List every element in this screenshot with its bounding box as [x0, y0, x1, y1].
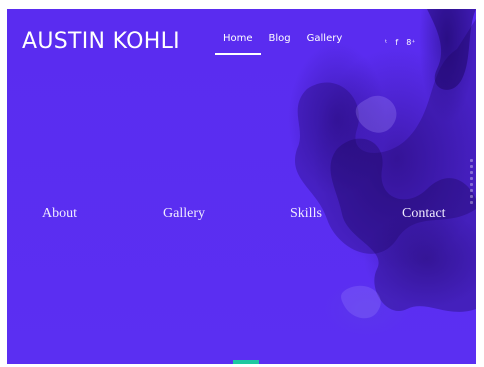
- social-links: ᵗ f 8⁺: [385, 38, 416, 47]
- nav-home[interactable]: Home: [215, 33, 261, 55]
- twitter-icon[interactable]: ᵗ: [385, 38, 387, 47]
- brand-logo[interactable]: AUSTIN KOHLI: [22, 29, 180, 54]
- slide-dot[interactable]: [470, 195, 473, 198]
- nav-gallery[interactable]: Gallery: [299, 33, 351, 44]
- slide-dot[interactable]: [470, 159, 473, 162]
- slide-dot[interactable]: [470, 189, 473, 192]
- section-link-about[interactable]: About: [42, 206, 77, 222]
- ink-smoke-graphic: [294, 9, 476, 319]
- facebook-icon[interactable]: f: [395, 38, 398, 47]
- section-link-skills[interactable]: Skills: [290, 206, 322, 222]
- section-link-contact[interactable]: Contact: [402, 206, 446, 222]
- slide-dot[interactable]: [470, 201, 473, 204]
- slide-dot[interactable]: [470, 183, 473, 186]
- section-link-gallery[interactable]: Gallery: [163, 206, 205, 222]
- slide-dot[interactable]: [470, 165, 473, 168]
- slide-dot[interactable]: [470, 177, 473, 180]
- main-nav: Home Blog Gallery: [215, 33, 351, 55]
- slide-indicator: [470, 159, 474, 207]
- google-plus-icon[interactable]: 8⁺: [406, 38, 415, 47]
- slide-dot[interactable]: [470, 171, 473, 174]
- nav-blog[interactable]: Blog: [261, 33, 299, 44]
- scroll-down-tab[interactable]: [233, 360, 259, 364]
- hero-frame: AUSTIN KOHLI Home Blog Gallery ᵗ f 8⁺ Ab…: [7, 9, 476, 364]
